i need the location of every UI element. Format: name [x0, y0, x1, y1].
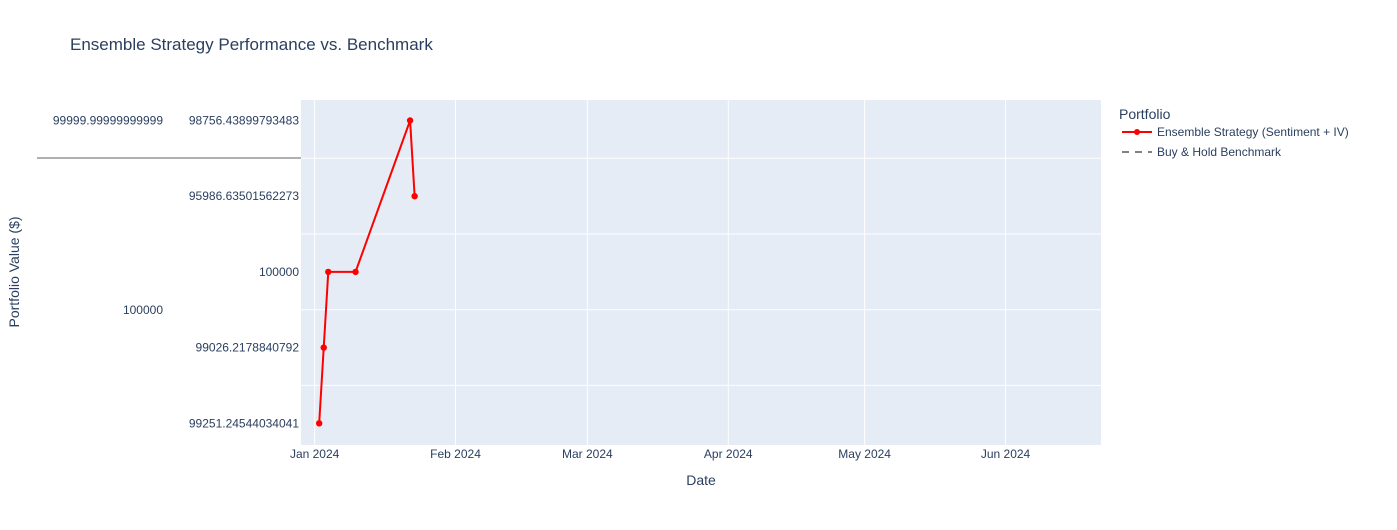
x-axis-title: Date [686, 472, 716, 488]
benchmark-axis-ticks: 99999.99999999999 100000 [53, 114, 163, 318]
strategy-point[interactable] [411, 193, 418, 200]
y-axis-title: Portfolio Value ($) [6, 216, 22, 327]
legend-title: Portfolio [1119, 106, 1171, 122]
legend-label-strategy: Ensemble Strategy (Sentiment + IV) [1157, 125, 1349, 139]
chart-title: Ensemble Strategy Performance vs. Benchm… [70, 35, 433, 54]
y-tick-label: 99251.24544034041 [189, 416, 299, 430]
y-tick-label: 95986.63501562273 [189, 189, 299, 203]
legend-item-benchmark[interactable]: Buy & Hold Benchmark [1122, 145, 1282, 159]
plot-area [301, 100, 1101, 445]
legend-item-strategy[interactable]: Ensemble Strategy (Sentiment + IV) [1122, 125, 1349, 139]
x-tick-label: Mar 2024 [562, 447, 613, 461]
x-axis-ticks: Jan 2024 Feb 2024 Mar 2024 Apr 2024 May 2024… [290, 447, 1031, 461]
y-tick-label: 100000 [259, 265, 299, 279]
legend[interactable]: Portfolio Ensemble Strategy (Sentiment +… [1119, 106, 1349, 159]
y-tick-label: 98756.43899793483 [189, 114, 299, 128]
y-tick-label: 99026.2178840792 [196, 341, 300, 355]
strategy-point[interactable] [352, 268, 359, 276]
x-tick-label: Apr 2024 [704, 447, 753, 461]
strategy-point[interactable] [320, 344, 327, 351]
chart-svg: Ensemble Strategy Performance vs. Benchm… [6, 35, 1349, 488]
legend-label-benchmark: Buy & Hold Benchmark [1157, 145, 1282, 159]
x-tick-label: Feb 2024 [430, 447, 481, 461]
x-tick-label: May 2024 [838, 447, 891, 461]
benchmark-tick-label: 99999.99999999999 [53, 114, 163, 128]
strategy-point[interactable] [315, 420, 323, 427]
chart-page: Ensemble Strategy Performance vs. Benchm… [0, 0, 1397, 525]
legend-marker-strategy [1134, 129, 1140, 135]
x-tick-label: Jan 2024 [290, 447, 340, 461]
strategy-point[interactable] [406, 117, 414, 124]
x-tick-label: Jun 2024 [981, 447, 1031, 461]
benchmark-tick-label: 100000 [123, 303, 163, 317]
strategy-point[interactable] [325, 268, 332, 276]
y-axis-ticks: 99251.24544034041 99026.2178840792 100000 9… [189, 114, 299, 431]
